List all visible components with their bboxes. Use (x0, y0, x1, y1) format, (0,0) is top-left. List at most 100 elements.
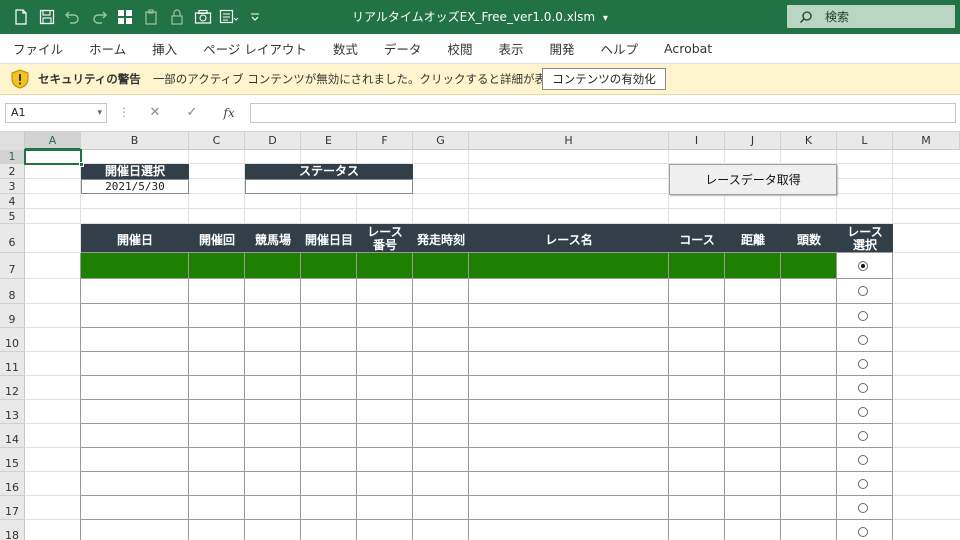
undo-icon[interactable] (60, 0, 86, 34)
column-header-c[interactable]: C (189, 132, 245, 150)
table-border-horizontal (81, 423, 893, 424)
table-border-horizontal (81, 447, 893, 448)
save-icon[interactable] (34, 0, 60, 34)
enable-content-button[interactable]: コンテンツの有効化 (542, 68, 666, 90)
fill-handle[interactable] (79, 162, 84, 167)
column-header-l[interactable]: L (837, 132, 893, 150)
row-header-9[interactable]: 9 (0, 304, 25, 328)
tab-insert[interactable]: 挿入 (152, 39, 177, 58)
row-header-10[interactable]: 10 (0, 328, 25, 352)
column-header-e[interactable]: E (301, 132, 357, 150)
column-header-i[interactable]: I (669, 132, 725, 150)
table-border-horizontal (81, 278, 893, 279)
active-cell-a1[interactable] (24, 149, 82, 165)
name-box-dropdown-icon[interactable]: ▾ (97, 104, 102, 122)
race-select-radio-row-10[interactable] (858, 335, 868, 345)
select-all-corner[interactable] (0, 132, 25, 150)
row-header-4[interactable]: 4 (0, 194, 25, 209)
column-header-h[interactable]: H (469, 132, 669, 150)
fetch-race-data-button[interactable]: レースデータ取得 (669, 164, 837, 195)
customize-qat-icon[interactable] (242, 0, 268, 34)
row-header-18[interactable]: 18 (0, 520, 25, 540)
search-box[interactable]: 検索 (787, 5, 955, 28)
race-select-radio-row-9[interactable] (858, 311, 868, 321)
header-field-size: 頭数 (781, 224, 837, 253)
column-header-k[interactable]: K (781, 132, 837, 150)
enter-icon[interactable]: ✓ (181, 103, 203, 123)
table-border-vertical (724, 253, 725, 540)
header-race-select: レース 選択 (837, 224, 893, 253)
column-header-a[interactable]: A (25, 132, 81, 150)
header-post-time: 発走時刻 (413, 224, 469, 253)
tab-formulas[interactable]: 数式 (333, 39, 358, 58)
date-value-cell[interactable]: 2021/5/30 (81, 179, 189, 194)
tab-data[interactable]: データ (384, 39, 422, 58)
race-select-radio-row-16[interactable] (858, 479, 868, 489)
race-select-radio-row-18[interactable] (858, 527, 868, 537)
race-select-radio-row-7[interactable] (858, 261, 868, 271)
row-header-17[interactable]: 17 (0, 496, 25, 520)
row-header-6[interactable]: 6 (0, 224, 25, 253)
column-header-b[interactable]: B (81, 132, 189, 150)
race-select-radio-row-8[interactable] (858, 286, 868, 296)
tab-review[interactable]: 校閲 (447, 39, 472, 58)
column-header-f[interactable]: F (357, 132, 413, 150)
cancel-icon[interactable]: ✕ (144, 103, 166, 123)
row-header-2[interactable]: 2 (0, 164, 25, 179)
table-border-vertical (780, 253, 781, 540)
name-box[interactable]: A1 ▾ (5, 103, 107, 123)
spreadsheet-grid[interactable]: ABCDEFGHIJKLM 1 2 3 4 5 6 7 8 9 10 11 12 13 14 15 16 17 1… (0, 132, 960, 540)
layout-icon[interactable] (112, 0, 138, 34)
title-dropdown-icon[interactable]: ▾ (603, 13, 608, 24)
document-title-text[interactable]: リアルタイムオッズEX_Free_ver1.0.0.xlsm (352, 10, 595, 24)
security-warning-bar[interactable]: セキュリティの警告 一部のアクティブ コンテンツが無効にされました。クリックする… (0, 64, 960, 95)
row-header-14[interactable]: 14 (0, 424, 25, 448)
tab-file[interactable]: ファイル (13, 39, 63, 58)
race-select-radio-row-14[interactable] (858, 431, 868, 441)
column-header-g[interactable]: G (413, 132, 469, 150)
shield-warning-icon (11, 69, 29, 89)
row-header-12[interactable]: 12 (0, 376, 25, 400)
table-border-vertical (836, 253, 837, 540)
table-border-vertical (668, 253, 669, 540)
lock-icon[interactable] (164, 0, 190, 34)
row-header-3[interactable]: 3 (0, 179, 25, 194)
tab-acrobat[interactable]: Acrobat (664, 41, 712, 56)
tab-home[interactable]: ホーム (89, 39, 126, 58)
new-file-icon[interactable] (8, 0, 34, 34)
tab-help[interactable]: ヘルプ (600, 39, 638, 58)
table-border-horizontal (81, 375, 893, 376)
row-header-8[interactable]: 8 (0, 279, 25, 304)
form-icon[interactable] (216, 0, 242, 34)
formula-bar-separator: ⋮ (118, 105, 130, 119)
race-select-radio-row-11[interactable] (858, 359, 868, 369)
race-select-radio-row-17[interactable] (858, 503, 868, 513)
formula-bar: A1 ▾ ⋮ ✕ ✓ fx (0, 95, 960, 132)
security-warning-title: セキュリティの警告 (38, 72, 141, 86)
tab-page-layout[interactable]: ページ レイアウト (203, 39, 307, 58)
column-header-m[interactable]: M (893, 132, 960, 150)
table-border-horizontal (81, 351, 893, 352)
insert-function-icon[interactable]: fx (218, 103, 240, 123)
header-day: 開催日目 (301, 224, 357, 253)
camera-icon[interactable] (190, 0, 216, 34)
race-select-radio-row-15[interactable] (858, 455, 868, 465)
formula-input[interactable] (250, 103, 956, 123)
table-border-horizontal (81, 399, 893, 400)
race-select-radio-row-12[interactable] (858, 383, 868, 393)
row-header-15[interactable]: 15 (0, 448, 25, 472)
row-header-5[interactable]: 5 (0, 209, 25, 224)
paste-special-icon[interactable] (138, 0, 164, 34)
column-header-d[interactable]: D (245, 132, 301, 150)
column-header-j[interactable]: J (725, 132, 781, 150)
redo-icon[interactable] (86, 0, 112, 34)
tab-developer[interactable]: 開発 (549, 39, 574, 58)
row-header-7[interactable]: 7 (0, 253, 25, 279)
row-header-16[interactable]: 16 (0, 472, 25, 496)
row-header-11[interactable]: 11 (0, 352, 25, 376)
race-select-radio-row-13[interactable] (858, 407, 868, 417)
tab-view[interactable]: 表示 (498, 39, 523, 58)
status-value-cell[interactable] (245, 179, 413, 194)
row-header-13[interactable]: 13 (0, 400, 25, 424)
row-header-1[interactable]: 1 (0, 150, 25, 164)
